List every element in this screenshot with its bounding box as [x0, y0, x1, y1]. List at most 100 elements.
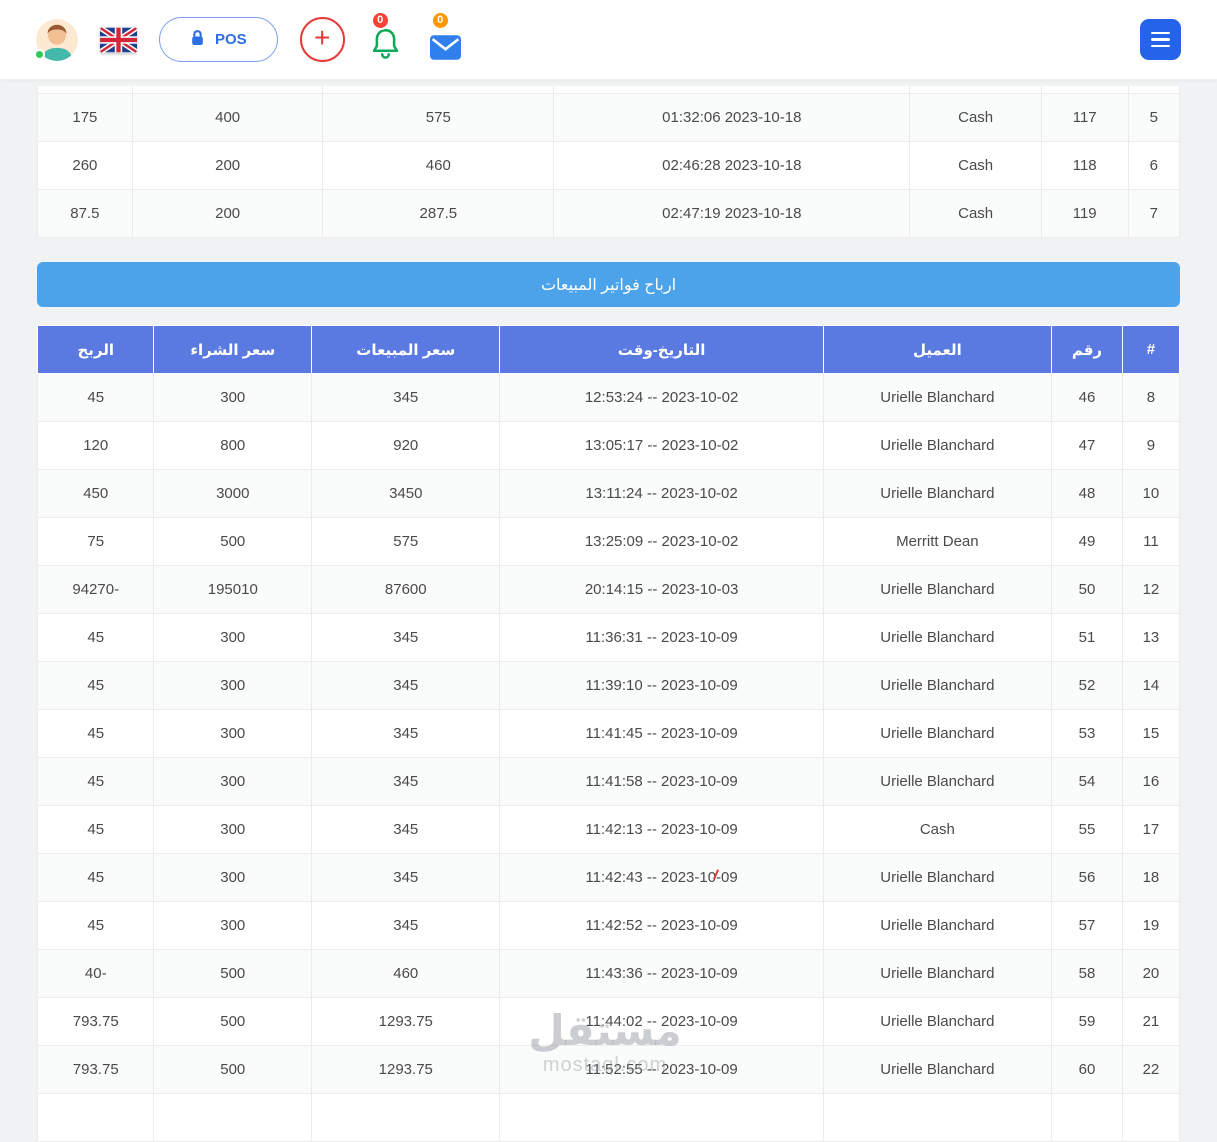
top-bar: POS + 0 0 — [0, 0, 1217, 80]
pos-button[interactable]: POS — [159, 17, 278, 62]
purchase-cell: 800 — [153, 421, 313, 470]
datetime-cell: 11:52:55 -- 2023-10-09 — [499, 1045, 824, 1094]
hamburger-icon — [1151, 31, 1170, 35]
column-header-client: العميل — [822, 325, 1053, 374]
table-row: 793.75 500 1293.75 11:44:02 -- 2023-10-09 Ur… — [36, 997, 1181, 1046]
sales-cell: 460 — [311, 949, 501, 998]
sales-cell: 345 — [311, 373, 501, 422]
datetime-cell: 11:39:10 -- 2023-10-09 — [499, 661, 824, 710]
column-header-profit: الربح — [36, 325, 155, 374]
previous-invoices-table: 175 400 575 01:32:06 2023-10-18 Cash 117 5 260 2… — [37, 86, 1180, 238]
number-cell: 46 — [1051, 373, 1123, 422]
purchase-cell: 195010 — [153, 565, 313, 614]
notifications-button[interactable]: 0 — [367, 10, 405, 60]
sales-cell: 345 — [311, 757, 501, 806]
table-row: 175 400 575 01:32:06 2023-10-18 Cash 117 5 — [37, 93, 1180, 142]
sales-cell: 345 — [311, 805, 501, 854]
sales-profits-table: الربح سعر الشراء سعر المبيعات التاريخ-وق… — [36, 325, 1181, 1142]
sales-cell: 345 — [311, 853, 501, 902]
client-cell: Urielle Blanchard — [822, 565, 1053, 614]
table-row: 45 300 345 11:41:45 -- 2023-10-09 Urielle Bl… — [36, 709, 1181, 758]
client-cell: Urielle Blanchard — [822, 661, 1053, 710]
envelope-icon — [430, 34, 462, 60]
number-cell: 49 — [1051, 517, 1123, 566]
table-row: 260 200 460 02:46:28 2023-10-18 Cash 118 6 — [37, 141, 1180, 190]
section-banner: ارباح فواتير المبيعات — [37, 262, 1180, 307]
number-cell: 55 — [1051, 805, 1123, 854]
client-cell: Urielle Blanchard — [822, 997, 1053, 1046]
idx-cell: 16 — [1121, 757, 1181, 806]
add-button[interactable]: + — [299, 17, 345, 62]
client-cell: Urielle Blanchard — [822, 421, 1053, 470]
sales-table-header-row: الربح سعر الشراء سعر المبيعات التاريخ-وق… — [36, 325, 1181, 374]
sales-cell: 920 — [311, 421, 501, 470]
profit-cell: 45 — [36, 901, 155, 950]
sales-cell: 287.5 — [322, 189, 555, 238]
messages-badge: 0 — [430, 10, 450, 30]
idx-cell: 8 — [1121, 373, 1181, 422]
datetime-cell: 02:46:28 2023-10-18 — [553, 141, 911, 190]
messages-button[interactable]: 0 — [427, 10, 465, 60]
profit-cell: 40- — [36, 949, 155, 998]
datetime-cell: 11:43:36 -- 2023-10-09 — [499, 949, 824, 998]
number-cell: 51 — [1051, 613, 1123, 662]
column-header-number: رقم — [1051, 325, 1123, 374]
profit-cell: 45 — [36, 373, 155, 422]
datetime-cell: 01:32:06 2023-10-18 — [553, 93, 911, 142]
purchase-cell: 300 — [153, 757, 313, 806]
idx-cell: 7 — [1127, 189, 1180, 238]
section-banner-title: ارباح فواتير المبيعات — [540, 276, 677, 294]
user-avatar[interactable] — [34, 18, 78, 61]
column-header-index: # — [1121, 325, 1181, 374]
idx-cell: 14 — [1121, 661, 1181, 710]
purchase-cell: 300 — [153, 373, 313, 422]
client-cell: Merritt Dean — [822, 517, 1053, 566]
idx-cell: 5 — [1127, 93, 1180, 142]
uk-flag-icon — [100, 26, 137, 53]
purchase-cell: 300 — [153, 901, 313, 950]
lock-icon — [190, 29, 205, 50]
idx-cell: 20 — [1121, 949, 1181, 998]
column-header-datetime: التاريخ-وقت — [499, 325, 824, 374]
sales-cell: 575 — [311, 517, 501, 566]
cash-invoices-table: 175 400 575 01:32:06 2023-10-18 Cash 117 5 260 2… — [37, 86, 1180, 238]
bell-icon — [372, 28, 399, 59]
datetime-cell: 11:41:45 -- 2023-10-09 — [499, 709, 824, 758]
idx-cell: 9 — [1121, 421, 1181, 470]
profit-cell: 450 — [36, 469, 155, 518]
client-cell: Urielle Blanchard — [822, 709, 1053, 758]
purchase-cell: 400 — [131, 93, 324, 142]
datetime-cell: 13:05:17 -- 2023-10-02 — [499, 421, 824, 470]
number-cell: 117 — [1040, 93, 1129, 142]
profit-cell: 45 — [36, 805, 155, 854]
number-cell: 60 — [1051, 1045, 1123, 1094]
profit-cell: 94270- — [36, 565, 155, 614]
language-flag-uk[interactable] — [100, 26, 137, 53]
idx-cell: 22 — [1121, 1045, 1181, 1094]
profit-cell: 87.5 — [37, 189, 133, 238]
profit-cell: 45 — [36, 757, 155, 806]
number-cell: 53 — [1051, 709, 1123, 758]
idx-cell: 19 — [1121, 901, 1181, 950]
client-cell: Urielle Blanchard — [822, 949, 1053, 998]
sales-cell: 1293.75 — [311, 1045, 501, 1094]
menu-button[interactable] — [1140, 19, 1181, 60]
number-cell: 118 — [1040, 141, 1129, 190]
datetime-cell: 12:53:24 -- 2023-10-02 — [499, 373, 824, 422]
number-cell: 47 — [1051, 421, 1123, 470]
idx-cell: 13 — [1121, 613, 1181, 662]
profit-cell: 793.75 — [36, 1045, 155, 1094]
client-cell: Cash — [909, 189, 1042, 238]
number-cell: 119 — [1040, 189, 1129, 238]
idx-cell: 17 — [1121, 805, 1181, 854]
number-cell: 58 — [1051, 949, 1123, 998]
number-cell: 48 — [1051, 469, 1123, 518]
idx-cell: 10 — [1121, 469, 1181, 518]
sales-cell: 3450 — [311, 469, 501, 518]
pos-button-label: POS — [215, 31, 247, 48]
client-cell: Cash — [822, 805, 1053, 854]
table-row: 45 300 345 11:42:13 -- 2023-10-09 Cash 55 17 — [36, 805, 1181, 854]
clipped-row — [36, 1093, 1181, 1142]
table-row: 87.5 200 287.5 02:47:19 2023-10-18 Cash 119 7 — [37, 189, 1180, 238]
purchase-cell: 300 — [153, 709, 313, 758]
